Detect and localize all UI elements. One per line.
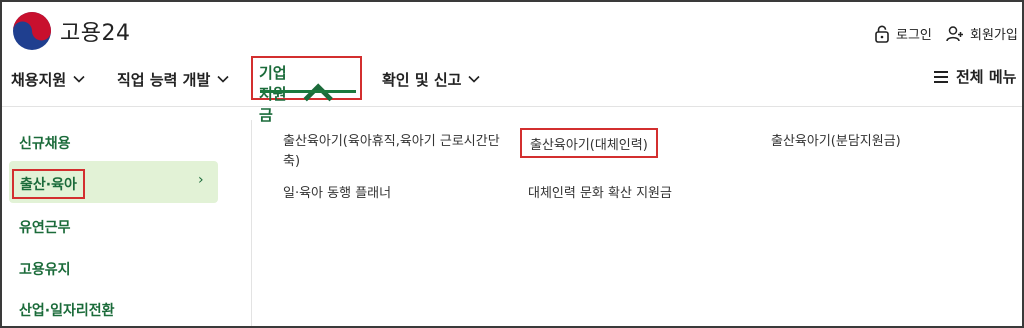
- signup-label: 회원가입: [970, 28, 1018, 43]
- sidebar-item-transition[interactable]: 산업·일자리전환: [19, 300, 114, 320]
- login-link[interactable]: 로그인: [874, 24, 932, 43]
- chevron-right-icon: ›: [198, 172, 204, 188]
- nav-label: 직업 능력 개발: [117, 70, 211, 89]
- nav-active-underline: [260, 90, 356, 93]
- sidebar-item-label: 출산·육아: [12, 169, 85, 199]
- taegeuk-logo[interactable]: [12, 11, 52, 51]
- nav-label: 기업지원금: [259, 64, 287, 124]
- nav-item-recruitment[interactable]: 채용지원: [11, 60, 86, 98]
- sidebar-item-new-hire[interactable]: 신규채용: [19, 133, 71, 153]
- header-divider: [2, 106, 1022, 107]
- brand-name[interactable]: 고용24: [60, 15, 130, 47]
- submenu-link-line: 축): [283, 154, 301, 169]
- submenu-link-work-parenting-planner[interactable]: 일·육아 동행 플래너: [283, 184, 391, 204]
- chevron-down-icon: [73, 75, 85, 83]
- lock-icon: [875, 25, 889, 43]
- sidebar-divider: [251, 120, 252, 326]
- submenu-link-substitute-staff[interactable]: 출산육아기(대체인력): [520, 128, 658, 158]
- full-menu-label: 전체 메뉴: [956, 68, 1017, 86]
- chevron-down-icon: [217, 75, 229, 83]
- sidebar-item-retention[interactable]: 고용유지: [19, 259, 71, 279]
- submenu-link-line: 출산육아기(육아휴직,육아기 근로시간단: [283, 134, 500, 149]
- nav-label: 확인 및 신고: [382, 70, 462, 89]
- sidebar-item-flex-work[interactable]: 유연근무: [19, 217, 71, 237]
- chevron-down-icon: [468, 75, 481, 83]
- nav-item-report[interactable]: 확인 및 신고: [382, 60, 481, 98]
- nav-label: 채용지원: [11, 70, 67, 89]
- nav-item-training[interactable]: 직업 능력 개발: [117, 60, 230, 98]
- hamburger-icon: [934, 70, 948, 83]
- nav-item-subsidy[interactable]: 기업지원금: [259, 62, 336, 125]
- person-add-icon: [946, 25, 963, 41]
- full-menu-button[interactable]: 전체 메뉴: [933, 66, 1016, 87]
- submenu-link-shared-subsidy[interactable]: 출산육아기(분담지원금): [771, 132, 901, 152]
- login-label: 로그인: [896, 28, 932, 43]
- submenu-link-parental-leave[interactable]: 출산육아기(육아휴직,육아기 근로시간단 축): [283, 132, 500, 172]
- signup-link[interactable]: 회원가입: [946, 24, 1018, 43]
- submenu-link-culture-subsidy[interactable]: 대체인력 문화 확산 지원금: [528, 184, 672, 204]
